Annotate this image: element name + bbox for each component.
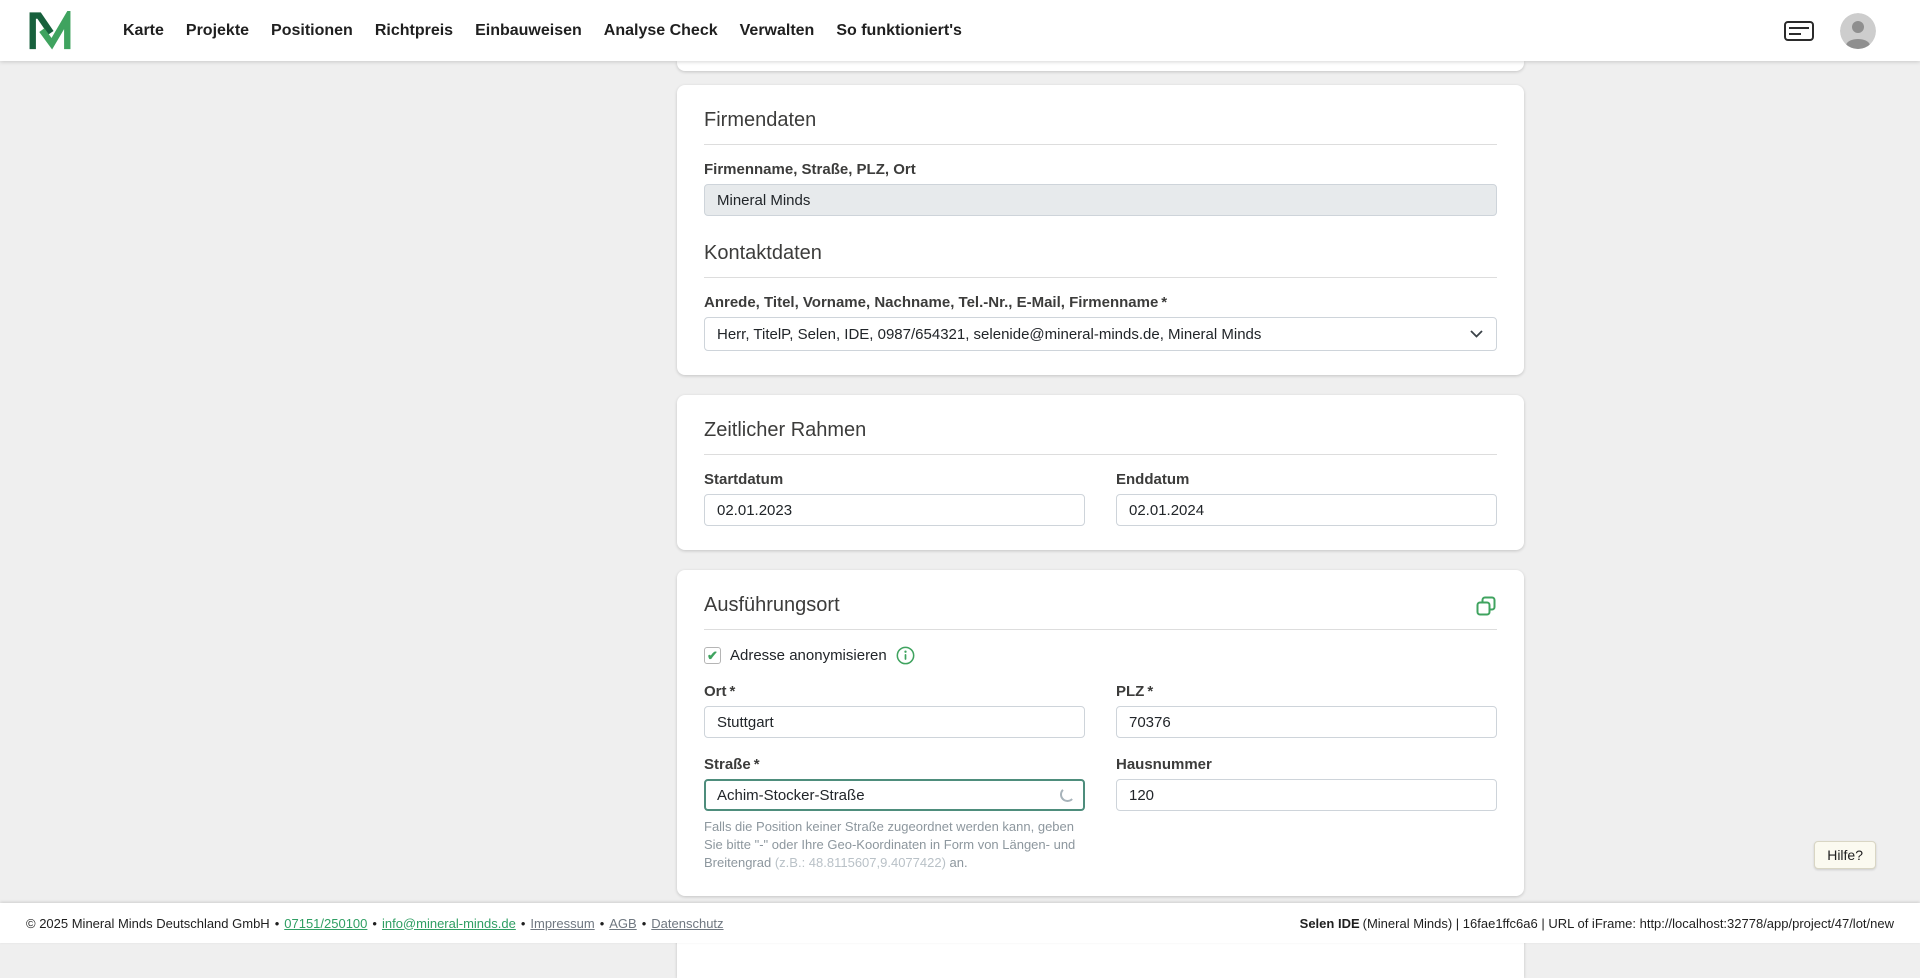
startdatum-input[interactable] bbox=[704, 494, 1085, 526]
card-ausfuehrungsort: Ausführungsort ✔ Adresse anonymisieren O… bbox=[677, 570, 1524, 896]
ort-field: Ort * bbox=[704, 683, 1085, 738]
nav-item-richtpreis[interactable]: Richtpreis bbox=[364, 14, 464, 48]
top-navbar: Karte Projekte Positionen Richtpreis Ein… bbox=[0, 0, 1920, 61]
footer: © 2025 Mineral Minds Deutschland GmbH • … bbox=[0, 903, 1920, 943]
nav-item-projekte[interactable]: Projekte bbox=[175, 14, 260, 48]
required-asterisk: * bbox=[1161, 294, 1168, 311]
ort-label: Ort * bbox=[704, 683, 1085, 700]
copy-icon[interactable] bbox=[1475, 595, 1497, 617]
footer-env-info: Selen IDE (Mineral Minds) | 16fae1ffc6a6… bbox=[1300, 916, 1894, 931]
plz-label: PLZ * bbox=[1116, 683, 1497, 700]
ort-input[interactable] bbox=[704, 706, 1085, 738]
hausnummer-field: Hausnummer bbox=[1116, 756, 1497, 872]
hausnummer-label: Hausnummer bbox=[1116, 756, 1212, 773]
footer-phone-link[interactable]: 07151/250100 bbox=[284, 916, 367, 931]
strasse-input[interactable] bbox=[704, 779, 1085, 811]
plz-input[interactable] bbox=[1116, 706, 1497, 738]
footer-impressum-link[interactable]: Impressum bbox=[530, 916, 594, 931]
copyright-text: © 2025 Mineral Minds Deutschland GmbH bbox=[26, 915, 270, 931]
main-nav: Karte Projekte Positionen Richtpreis Ein… bbox=[112, 14, 973, 48]
anonymize-checkbox[interactable]: ✔ bbox=[704, 647, 721, 664]
divider bbox=[704, 277, 1497, 278]
env-details: (Mineral Minds) | 16fae1ffc6a6 | URL of … bbox=[1362, 915, 1894, 931]
server-icon[interactable] bbox=[1784, 20, 1814, 41]
section-title-zeitlicher-rahmen: Zeitlicher Rahmen bbox=[704, 419, 867, 441]
strasse-field: Straße* Falls die Position keiner Straße… bbox=[704, 756, 1085, 872]
separator: • bbox=[599, 915, 605, 931]
footer-email-link[interactable]: info@mineral-minds.de bbox=[382, 916, 516, 931]
help-button[interactable]: Hilfe? bbox=[1814, 841, 1876, 869]
user-avatar[interactable] bbox=[1840, 12, 1876, 49]
footer-agb-link[interactable]: AGB bbox=[609, 916, 636, 931]
enddatum-field: Enddatum bbox=[1116, 471, 1497, 526]
startdatum-label: Startdatum bbox=[704, 471, 784, 488]
firmenname-label: Firmenname, Straße, PLZ, Ort bbox=[704, 161, 916, 178]
card-firmendaten: Firmendaten Firmenname, Straße, PLZ, Ort… bbox=[677, 85, 1524, 375]
kontakt-label: Anrede, Titel, Vorname, Nachname, Tel.-N… bbox=[704, 294, 1497, 311]
brand-logo[interactable] bbox=[28, 10, 74, 51]
firmenname-input bbox=[704, 184, 1497, 216]
chevron-down-icon bbox=[1470, 330, 1483, 338]
separator: • bbox=[520, 915, 526, 931]
separator: • bbox=[641, 915, 647, 931]
env-name: Selen IDE bbox=[1299, 915, 1360, 931]
info-icon[interactable] bbox=[896, 646, 915, 665]
strasse-label: Straße * bbox=[704, 756, 1085, 773]
footer-left: © 2025 Mineral Minds Deutschland GmbH • … bbox=[26, 916, 724, 931]
check-icon: ✔ bbox=[707, 648, 718, 663]
required-asterisk: * bbox=[729, 683, 736, 700]
previous-card-bottom bbox=[677, 61, 1524, 71]
section-title-ausfuehrungsort: Ausführungsort bbox=[704, 594, 840, 616]
mineral-minds-logo-icon bbox=[29, 10, 71, 50]
navbar-right bbox=[1784, 12, 1892, 49]
hint-suffix: an. bbox=[949, 854, 968, 870]
nav-item-einbauweisen[interactable]: Einbauweisen bbox=[464, 14, 593, 48]
nav-item-verwalten[interactable]: Verwalten bbox=[729, 14, 826, 48]
hint-example: (z.B.: 48.8115607,9.4077422) bbox=[774, 854, 946, 870]
ort-label-text: Ort bbox=[704, 683, 727, 700]
footer-datenschutz-link[interactable]: Datenschutz bbox=[651, 916, 723, 931]
nav-item-analyse-check[interactable]: Analyse Check bbox=[593, 14, 729, 48]
hausnummer-input[interactable] bbox=[1116, 779, 1497, 811]
nav-item-karte[interactable]: Karte bbox=[112, 14, 175, 48]
plz-field: PLZ * bbox=[1116, 683, 1497, 738]
required-asterisk: * bbox=[1147, 683, 1154, 700]
form-content: Firmendaten Firmenname, Straße, PLZ, Ort… bbox=[677, 61, 1524, 978]
enddatum-label: Enddatum bbox=[1116, 471, 1190, 488]
startdatum-field: Startdatum bbox=[704, 471, 1085, 526]
section-title-kontaktdaten: Kontaktdaten bbox=[704, 242, 822, 264]
card-zeitlicher-rahmen: Zeitlicher Rahmen Startdatum Enddatum bbox=[677, 395, 1524, 550]
divider bbox=[704, 454, 1497, 455]
anonymize-label: Adresse anonymisieren bbox=[730, 647, 887, 664]
divider bbox=[704, 629, 1497, 630]
kontakt-select[interactable]: Herr, TitelP, Selen, IDE, 0987/654321, s… bbox=[704, 317, 1497, 351]
plz-label-text: PLZ bbox=[1116, 683, 1145, 700]
strasse-label-text: Straße bbox=[704, 756, 751, 773]
kontakt-label-text: Anrede, Titel, Vorname, Nachname, Tel.-N… bbox=[704, 294, 1159, 311]
divider bbox=[704, 144, 1497, 145]
strasse-hint: Falls die Position keiner Straße zugeord… bbox=[704, 818, 1082, 872]
section-title-firmendaten: Firmendaten bbox=[704, 109, 817, 131]
enddatum-input[interactable] bbox=[1116, 494, 1497, 526]
nav-item-positionen[interactable]: Positionen bbox=[260, 14, 364, 48]
kontakt-select-value: Herr, TitelP, Selen, IDE, 0987/654321, s… bbox=[717, 325, 1262, 343]
loading-spinner-icon bbox=[1060, 787, 1075, 802]
nav-item-so-funktionierts[interactable]: So funktioniert's bbox=[825, 14, 973, 48]
separator: • bbox=[274, 915, 280, 931]
person-icon bbox=[1840, 12, 1876, 49]
separator: • bbox=[372, 915, 377, 931]
required-asterisk: * bbox=[753, 756, 760, 773]
